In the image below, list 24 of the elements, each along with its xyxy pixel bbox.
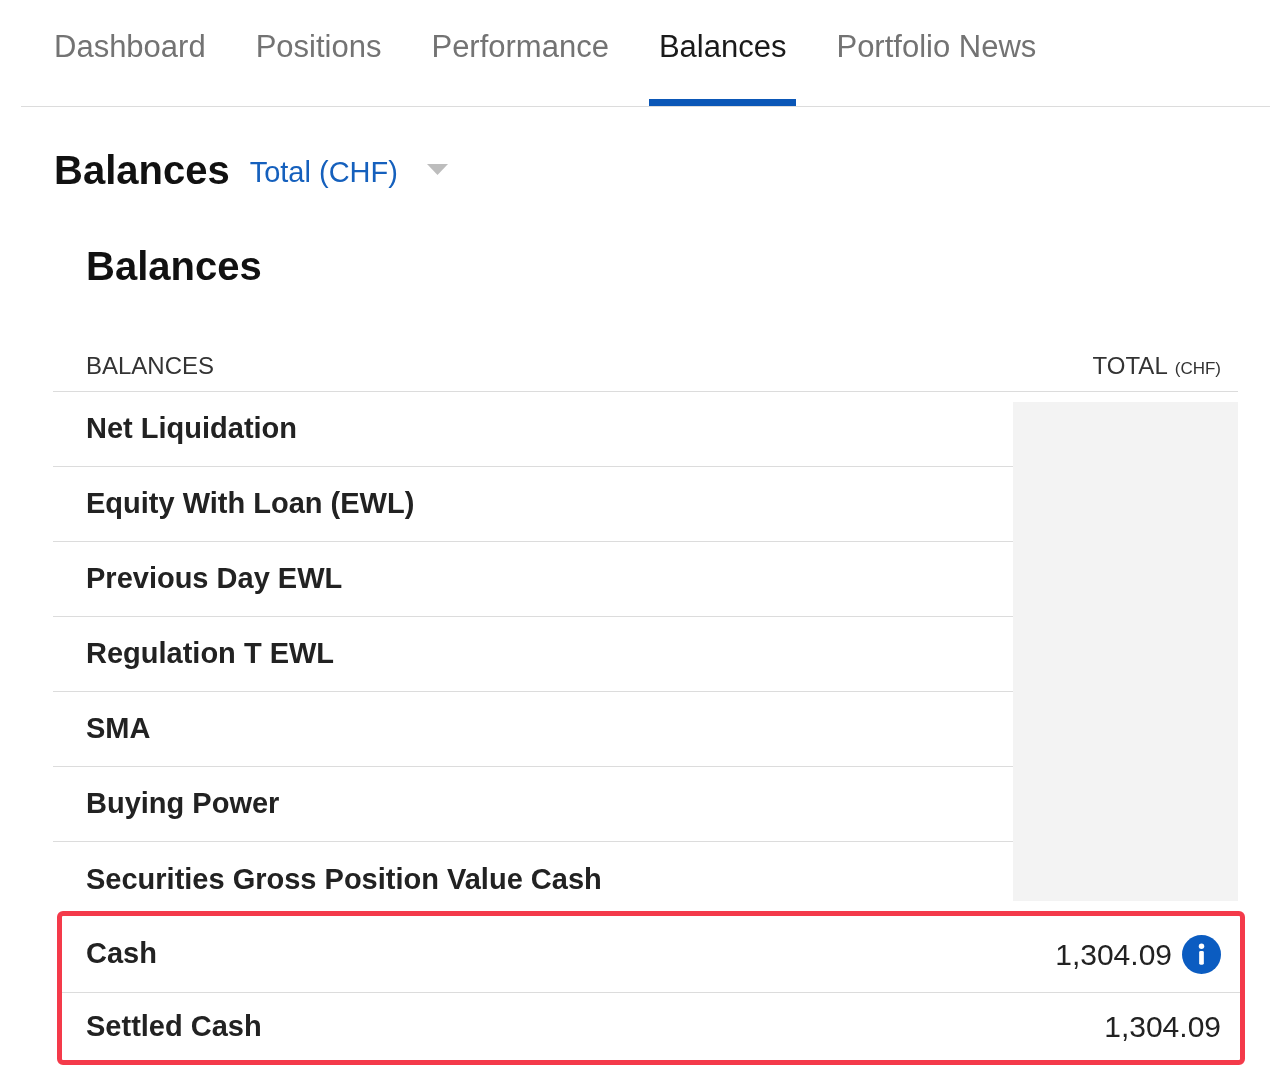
nav-tab[interactable]: Dashboard bbox=[44, 0, 216, 106]
column-header: BALANCES bbox=[86, 350, 215, 381]
info-icon[interactable] bbox=[1182, 934, 1221, 974]
row-label: Securities Gross Position Value Cash bbox=[86, 861, 602, 897]
row-label: Previous Day EWL bbox=[86, 561, 343, 597]
nav-tab[interactable]: Balances bbox=[648, 0, 797, 106]
row-label: Cash bbox=[86, 936, 157, 972]
row-label: Buying Power bbox=[86, 786, 280, 822]
nav-tab[interactable]: Performance bbox=[421, 0, 619, 106]
row-label: Regulation T EWL bbox=[86, 636, 335, 672]
section-title: Balances bbox=[86, 243, 262, 290]
account-selector[interactable]: Total (CHF) bbox=[249, 151, 448, 195]
currency-unit: (CHF) bbox=[1174, 357, 1221, 380]
row-value: 1,304.09 bbox=[1055, 936, 1172, 973]
page-title: Balances bbox=[54, 147, 230, 194]
nav-tab[interactable]: Portfolio News bbox=[826, 0, 1047, 106]
nav-tab[interactable]: Positions bbox=[245, 0, 392, 106]
row-label: Net Liquidation bbox=[86, 411, 298, 447]
row-label: SMA bbox=[86, 711, 151, 747]
row-label: Equity With Loan (EWL) bbox=[86, 486, 415, 522]
row-value: 1,304.09 bbox=[1104, 1009, 1221, 1045]
row-label: Settled Cash bbox=[86, 1008, 262, 1044]
column-header: TOTAL bbox=[1092, 350, 1168, 381]
caret-icon bbox=[426, 163, 448, 175]
